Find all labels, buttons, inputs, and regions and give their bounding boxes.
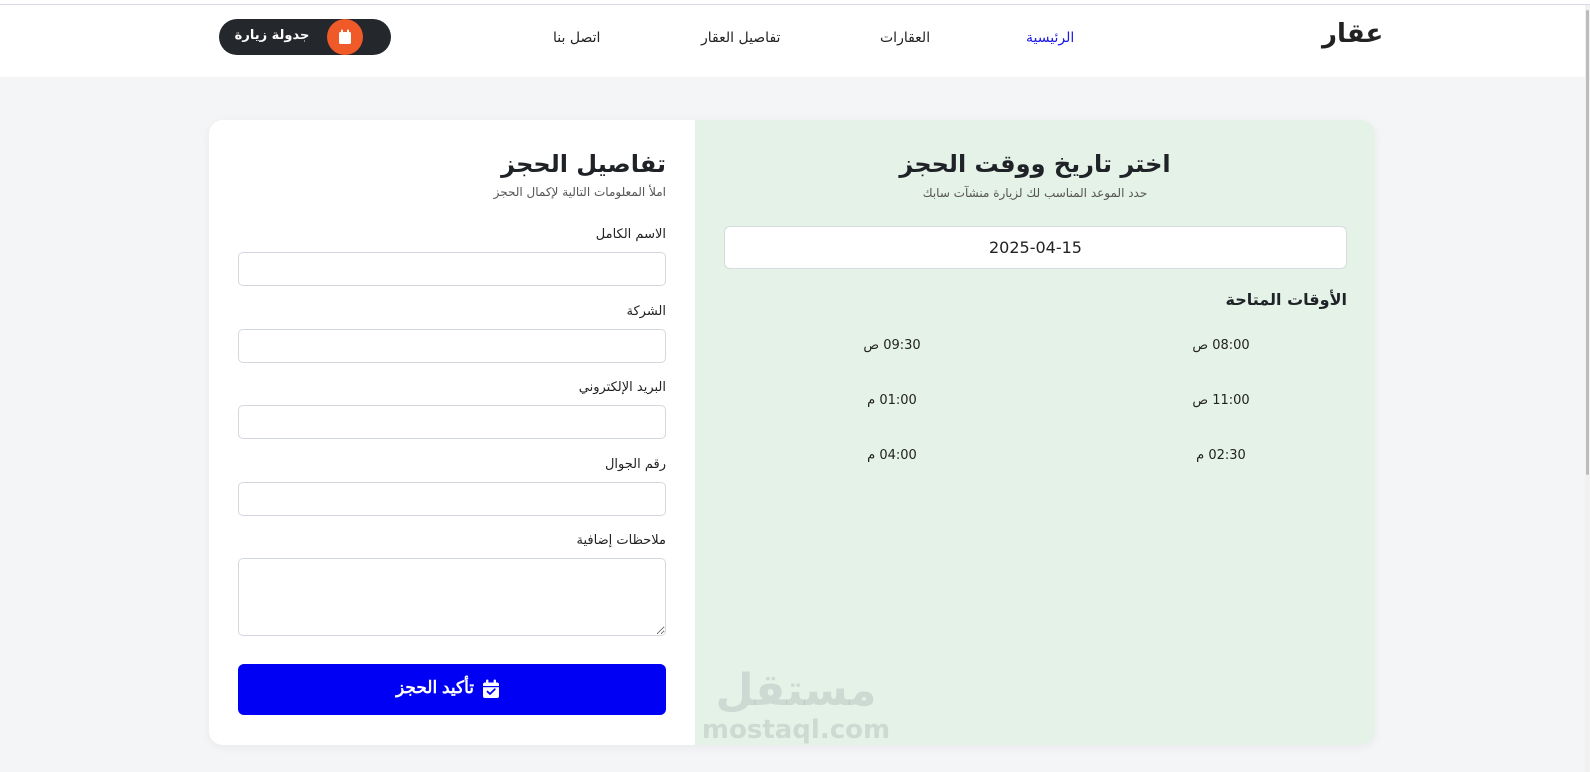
time-slot[interactable]: 01:00 م <box>822 381 962 421</box>
booking-details-panel: تفاصيل الحجز املأ المعلومات التالية لإكم… <box>209 120 695 745</box>
watermark-arabic: مستقل <box>715 665 877 716</box>
notes-field[interactable] <box>238 558 666 636</box>
calendar-icon <box>327 19 363 55</box>
calendar-check-icon <box>482 679 500 704</box>
time-slot[interactable]: 09:30 ص <box>822 326 962 366</box>
phone-label: رقم الجوال <box>604 457 666 472</box>
company-field[interactable] <box>238 329 666 363</box>
navbar: عقار الرئيسية العقارات تفاصيل العقار اتص… <box>0 5 1585 77</box>
booking-card: اختر تاريخ ووقت الحجز حدد الموعد المناسب… <box>209 120 1375 745</box>
full-name-label: الاسم الكامل <box>595 227 666 242</box>
nav-link-contact[interactable]: اتصل بنا <box>553 30 600 46</box>
schedule-subtitle: حدد الموعد المناسب لك لزيارة منشآت سابك <box>922 186 1148 200</box>
scrollbar-thumb[interactable] <box>1586 10 1589 475</box>
confirm-booking-button[interactable]: تأكيد الحجز <box>238 664 666 715</box>
schedule-visit-button[interactable]: جدولة زيارة <box>219 19 391 55</box>
watermark-latin: mostaql.com <box>701 715 891 745</box>
nav-link-home[interactable]: الرئيسية <box>1026 30 1074 46</box>
date-time-panel: اختر تاريخ ووقت الحجز حدد الموعد المناسب… <box>695 120 1375 745</box>
date-input[interactable] <box>724 226 1347 269</box>
time-slot[interactable]: 04:00 م <box>822 436 962 476</box>
form-subtitle: املأ المعلومات التالية لإكمال الحجز <box>493 185 666 199</box>
full-name-field[interactable] <box>238 252 666 286</box>
time-slot[interactable]: 11:00 ص <box>1151 381 1291 421</box>
available-times-heading: الأوقات المتاحة <box>1225 290 1347 309</box>
form-title: تفاصيل الحجز <box>501 150 666 178</box>
email-field[interactable] <box>238 405 666 439</box>
notes-label: ملاحظات إضافية <box>576 533 666 548</box>
nav-link-properties[interactable]: العقارات <box>880 30 930 46</box>
schedule-title: اختر تاريخ ووقت الحجز <box>899 150 1171 178</box>
nav-link-property-details[interactable]: تفاصيل العقار <box>701 30 780 46</box>
watermark: مستقل mostaql.com <box>696 666 896 756</box>
email-label: البريد الإلكتروني <box>578 380 666 395</box>
phone-field[interactable] <box>238 482 666 516</box>
schedule-visit-label: جدولة زيارة <box>234 28 310 43</box>
time-slot[interactable]: 02:30 م <box>1151 436 1291 476</box>
company-label: الشركة <box>626 304 666 319</box>
confirm-booking-label: تأكيد الحجز <box>395 678 474 697</box>
site-logo[interactable]: عقار <box>1322 19 1383 49</box>
time-slot[interactable]: 08:00 ص <box>1151 326 1291 366</box>
